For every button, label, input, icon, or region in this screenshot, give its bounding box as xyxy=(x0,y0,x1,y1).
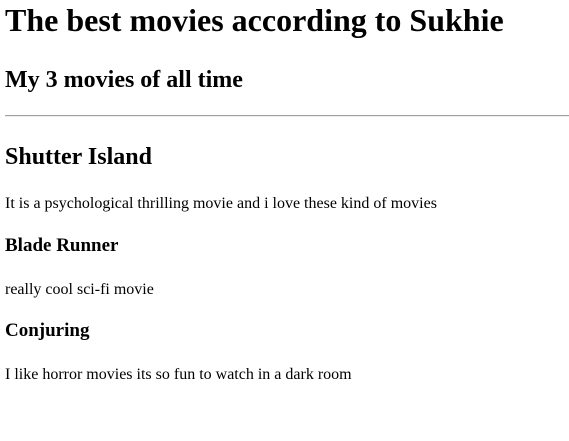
movie-title-blade-runner: Blade Runner xyxy=(5,235,119,256)
movie-page: The best movies according to Sukhie My 3… xyxy=(0,0,569,441)
movie-description-shutter-island: It is a psychological thrilling movie an… xyxy=(5,195,437,212)
section-divider xyxy=(5,115,569,117)
page-subtitle: My 3 movies of all time xyxy=(5,67,243,93)
movie-title-conjuring: Conjuring xyxy=(5,320,90,341)
movie-description-conjuring: I like horror movies its so fun to watch… xyxy=(5,366,352,383)
page-title: The best movies according to Sukhie xyxy=(5,2,504,38)
movie-title-shutter-island: Shutter Island xyxy=(5,144,152,170)
movie-description-blade-runner: really cool sci-fi movie xyxy=(5,281,154,298)
